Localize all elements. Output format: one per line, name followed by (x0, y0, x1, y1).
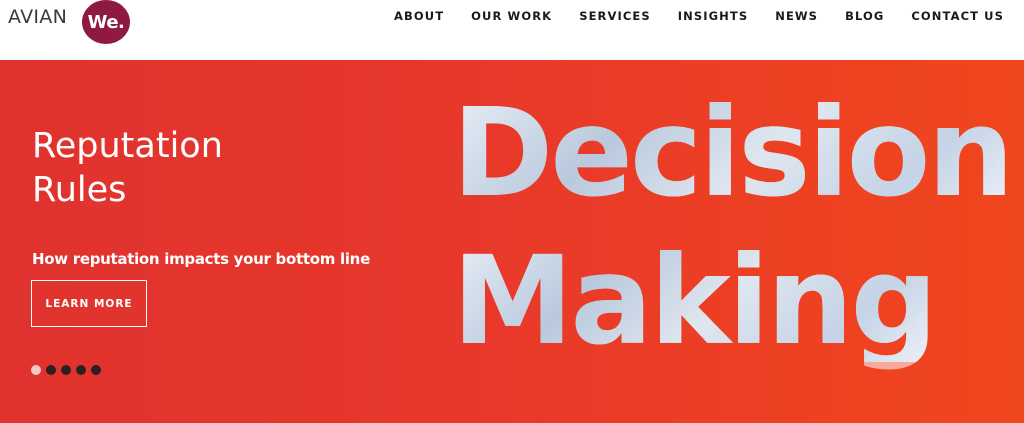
nav-blog[interactable]: BLOG (845, 9, 884, 23)
slider-dot-3[interactable] (61, 365, 71, 375)
hero-title-line1: Reputation (32, 126, 223, 166)
hero-graphic-text-line2: Making (452, 230, 938, 372)
hero-slider: Reputation Rules How reputation impacts … (0, 60, 1024, 423)
slider-dot-5[interactable] (91, 365, 101, 375)
nav-our-work[interactable]: OUR WORK (471, 9, 552, 23)
slider-dots (31, 365, 101, 375)
nav-insights[interactable]: INSIGHTS (678, 9, 748, 23)
logo-wordmark[interactable]: AVIAN (8, 6, 67, 28)
learn-more-button[interactable]: LEARN MORE (31, 280, 147, 327)
hero-title-line2: Rules (32, 170, 127, 210)
slider-dot-4[interactable] (76, 365, 86, 375)
nav-services[interactable]: SERVICES (579, 9, 651, 23)
nav-about[interactable]: ABOUT (394, 9, 444, 23)
site-header: AVIAN We. ABOUT OUR WORK SERVICES INSIGH… (0, 0, 1024, 60)
hero-graphic-text-line1: Decision (452, 82, 1014, 224)
slider-dot-1[interactable] (31, 365, 41, 375)
logo-badge[interactable]: We. (82, 0, 130, 44)
main-nav: ABOUT OUR WORK SERVICES INSIGHTS NEWS BL… (367, 9, 1004, 23)
hero-subtitle: How reputation impacts your bottom line (32, 250, 370, 268)
nav-news[interactable]: NEWS (775, 9, 818, 23)
hero-title: Reputation Rules (32, 124, 223, 212)
slider-dot-2[interactable] (46, 365, 56, 375)
nav-contact-us[interactable]: CONTACT US (911, 9, 1004, 23)
